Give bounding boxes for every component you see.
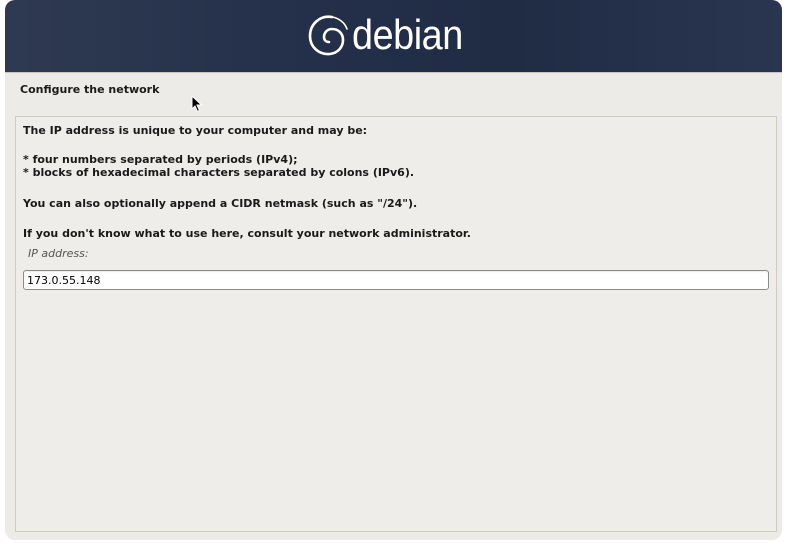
ip-address-input[interactable]: [23, 270, 769, 290]
step-title: Configure the network: [20, 83, 160, 96]
debian-swirl-icon: [308, 15, 348, 56]
intro-text: The IP address is unique to your compute…: [23, 124, 368, 137]
ipv6-bullet: * blocks of hexadecimal characters separ…: [23, 166, 415, 179]
cidr-note: You can also optionally append a CIDR ne…: [23, 197, 418, 210]
debian-banner: debian: [5, 0, 782, 73]
debian-logo-text: debian: [352, 11, 463, 58]
ip-address-label: IP address:: [28, 247, 89, 260]
consult-note: If you don't know what to use here, cons…: [23, 227, 471, 240]
installer-window: debian Configure the network The IP addr…: [5, 0, 782, 540]
ipv4-bullet: * four numbers separated by periods (IPv…: [23, 153, 298, 166]
mouse-pointer-icon: [191, 95, 203, 113]
content-panel: The IP address is unique to your compute…: [15, 116, 777, 532]
debian-logo: debian: [302, 6, 475, 64]
